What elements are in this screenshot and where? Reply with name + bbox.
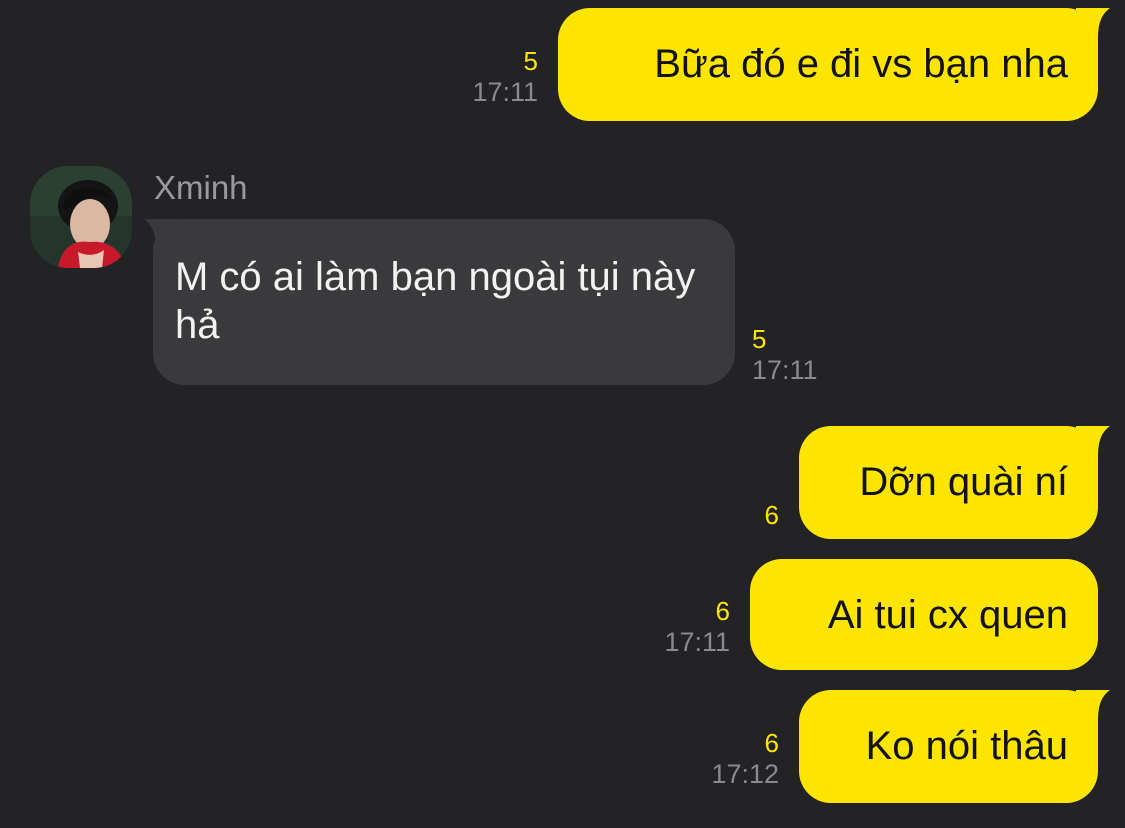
outgoing-message-bubble[interactable]: Ko nói thâu	[799, 690, 1098, 803]
message-meta: 5 17:11	[752, 324, 818, 386]
outgoing-message-bubble[interactable]: Ai tui cx quen	[750, 559, 1098, 670]
message-text: Ko nói thâu	[865, 724, 1068, 768]
message-text: Dỡn quài ní	[859, 460, 1068, 504]
chat-message-list: 5 17:11 Bữa đó e đi vs bạn nha Xminh M c…	[0, 0, 1125, 828]
message-time: 17:11	[752, 355, 818, 385]
unread-count: 5	[523, 46, 538, 76]
message-meta: 6	[765, 500, 779, 530]
message-time: 17:11	[472, 77, 538, 107]
message-time: 17:11	[664, 627, 730, 657]
sender-name: Xminh	[154, 169, 248, 206]
message-text: Bữa đó e đi vs bạn nha	[654, 42, 1068, 86]
bubble-tail	[1076, 690, 1110, 720]
bubble-tail	[1076, 8, 1110, 38]
outgoing-message-bubble[interactable]: Bữa đó e đi vs bạn nha	[558, 8, 1098, 121]
outgoing-message-bubble[interactable]: Dỡn quài ní	[799, 426, 1098, 539]
message-time: 17:12	[711, 759, 779, 789]
message-meta: 6 17:12	[711, 728, 779, 790]
message-text: M có ai làm bạn ngoài tụi này hả	[175, 255, 696, 347]
message-meta: 5 17:11	[472, 46, 538, 108]
bubble-tail	[144, 219, 178, 249]
message-meta: 6 17:11	[664, 596, 730, 658]
avatar[interactable]	[30, 166, 132, 268]
bubble-tail	[1076, 426, 1110, 456]
unread-count: 6	[715, 596, 730, 626]
unread-count: 6	[764, 500, 779, 530]
profile-photo-icon	[30, 166, 132, 268]
unread-count: 5	[752, 324, 767, 354]
message-text: Ai tui cx quen	[827, 593, 1068, 637]
unread-count: 6	[764, 728, 779, 758]
incoming-message-bubble[interactable]: M có ai làm bạn ngoài tụi này hả	[153, 219, 735, 385]
